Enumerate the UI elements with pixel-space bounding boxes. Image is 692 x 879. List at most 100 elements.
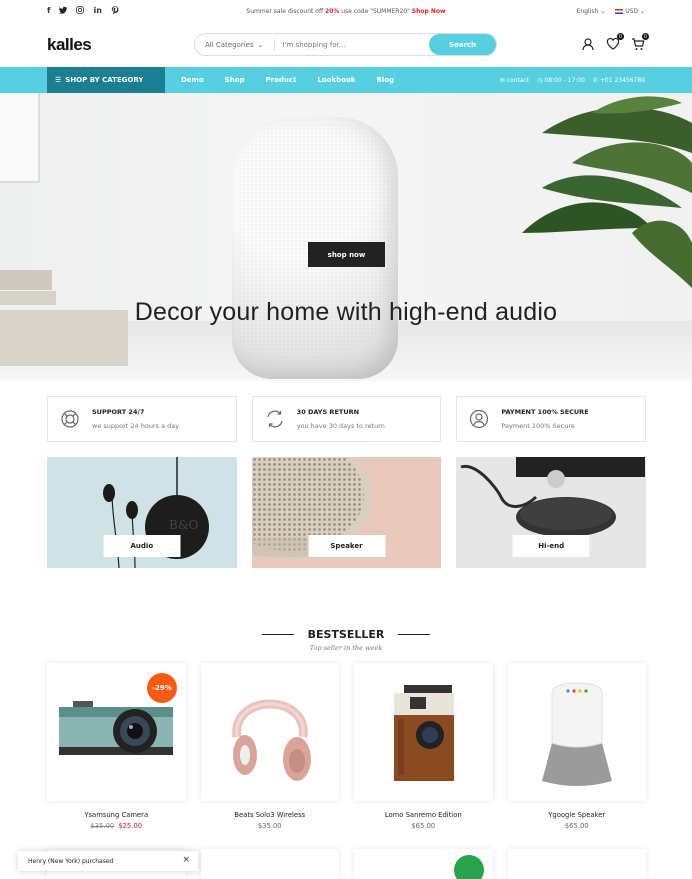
feature-secure-payment: PAYMENT 100% SECURE Payment 100% Secure [456,396,647,442]
product-name[interactable]: Ysamsung Camera [47,811,186,819]
nav-link-blog[interactable]: Blog [376,76,394,84]
section-title-text: BESTSELLER [307,628,385,641]
product-price: $65.00 [411,822,436,830]
category-card-audio[interactable]: B&O Audio [47,457,237,568]
contact-label: contact [506,76,530,84]
product-card[interactable]: Lomo Sanremo Edition $65.00 [354,663,493,830]
search-bar: All Categories ⌄ I'm shopping for... Sear… [194,33,497,56]
product-card[interactable] [507,849,646,879]
feature-subtitle: Payment 100% Secure [501,422,575,430]
hours-label: 08:00 - 17:00 [544,76,585,84]
support-icon [61,410,79,428]
category-banners: B&O Audio Speaker Hi-end [47,457,647,568]
nav-link-shop[interactable]: Shop [225,76,245,84]
book-stack [0,270,52,290]
promo-code: use code "SUMMER20" [339,7,412,15]
shop-by-category-button[interactable]: ☰ SHOP BY CATEGORY [47,67,165,93]
search-category-select[interactable]: All Categories ⌄ [195,38,275,51]
nav-link-product[interactable]: Product [266,76,297,84]
hero-shop-now-button[interactable]: shop now [308,242,385,267]
product-image[interactable]: -29% [47,663,186,801]
category-label[interactable]: Audio [103,535,181,557]
promo-shop-now-link[interactable]: Shop Now [412,8,446,15]
phone-label: +01 23456789 [599,76,645,84]
product-image[interactable] [200,849,339,879]
feature-return: 30 DAYS RETURN you have 30 days to return [251,396,442,442]
discount-badge: -29% [147,673,177,703]
cart-count-badge: 0 [642,33,649,40]
language-label: English [576,7,599,15]
plant-image [522,96,692,288]
product-name[interactable]: Beats Solo3 Wireless [201,811,340,819]
feature-title: SUPPORT 24/7 [92,408,145,416]
twitter-icon[interactable] [59,6,68,16]
category-card-speaker[interactable]: Speaker [251,457,442,568]
product-price: $65.00 [564,822,589,830]
product-image[interactable] [354,849,493,879]
currency-selector[interactable]: USD ⌄ [615,8,645,15]
hero-headline: Decor your home with high-end audio [134,298,558,326]
chevron-down-icon: ⌄ [257,40,264,49]
product-card[interactable]: Ygoogle Speaker $65.00 [507,663,647,830]
product-card[interactable] [354,849,493,879]
sale-price: $25.00 [118,822,143,830]
section-subtitle: Top seller in the week [309,644,383,652]
feature-subtitle: we support 24 hours a day [92,422,180,430]
product-price: $35.00 $25.00 [47,822,186,830]
wishlist-count-badge: 0 [617,33,624,40]
account-icon[interactable] [581,36,595,51]
cart-icon[interactable]: 0 [631,33,649,50]
bestseller-heading: BESTSELLER Top seller in the week [0,620,692,652]
product-card[interactable]: -29% Ysamsung Camera $35.00 $25.00 [47,663,186,830]
pinterest-icon[interactable] [111,6,119,16]
phone-icon: ✆ [592,76,598,84]
features-row: SUPPORT 24/7 we support 24 hours a day 30… [47,396,647,442]
feature-support: SUPPORT 24/7 we support 24 hours a day [47,396,237,442]
linkedin-icon[interactable]: in [93,6,101,16]
product-name[interactable]: Lomo Sanremo Edition [354,811,493,819]
product-name[interactable]: Ygoogle Speaker [508,811,647,819]
instagram-icon[interactable] [76,6,85,16]
promo-text: Summer sale discount off [246,7,326,15]
category-label[interactable]: Hi-end [512,535,590,557]
search-button[interactable]: Search [429,34,496,55]
language-selector[interactable]: English ⌄ [577,8,606,15]
old-price: $35.00 [90,822,115,830]
main-nav: ☰ SHOP BY CATEGORY Demo Shop Product Loo… [0,67,692,93]
product-image[interactable] [200,663,339,801]
notification-text: Henry (New York) purchased [28,857,114,865]
product-image[interactable] [507,849,646,879]
feature-title: PAYMENT 100% SECURE [501,408,589,416]
facebook-icon[interactable]: f [47,6,50,16]
currency-label: USD [625,7,639,15]
mail-icon: ✉ [499,76,505,84]
shop-by-category-label: SHOP BY CATEGORY [65,76,144,84]
product-card[interactable]: Beats Solo3 Wireless $35.00 [200,663,340,830]
headphones-product-image [232,699,311,781]
svg-text:B&O: B&O [169,518,199,532]
nav-link-demo[interactable]: Demo [181,76,204,84]
nav-link-lookbook[interactable]: Lookbook [317,76,355,84]
google-speaker-product-image [541,682,612,786]
feature-title: 30 DAYS RETURN [296,408,360,416]
purchase-notification[interactable]: Henry (New York) purchased × [18,851,198,871]
search-input[interactable]: I'm shopping for... [275,41,429,49]
feature-subtitle: you have 30 days to return [296,422,385,430]
phone-number[interactable]: ✆ +01 23456789 [593,77,645,84]
category-card-hi-end[interactable]: Hi-end [456,457,647,568]
product-grid: -29% Ysamsung Camera $35.00 $25.00 Beats … [47,663,646,830]
logo[interactable]: kalles [47,35,92,55]
wishlist-icon[interactable]: 0 [606,33,624,50]
site-header: kalles All Categories ⌄ I'm shopping for.… [0,22,692,67]
promo-percent: 20% [325,7,340,15]
product-card[interactable] [200,849,339,879]
product-badge [454,855,484,879]
contact-link[interactable]: ✉ contact [500,77,529,84]
search-category-label: All Categories [205,40,254,49]
window-frame [0,93,40,183]
lomo-camera-product-image [394,685,455,781]
product-image[interactable] [507,663,646,801]
category-label[interactable]: Speaker [308,535,385,557]
opening-hours: ◷ 08:00 - 17:00 [537,77,585,84]
product-image[interactable] [354,663,493,801]
